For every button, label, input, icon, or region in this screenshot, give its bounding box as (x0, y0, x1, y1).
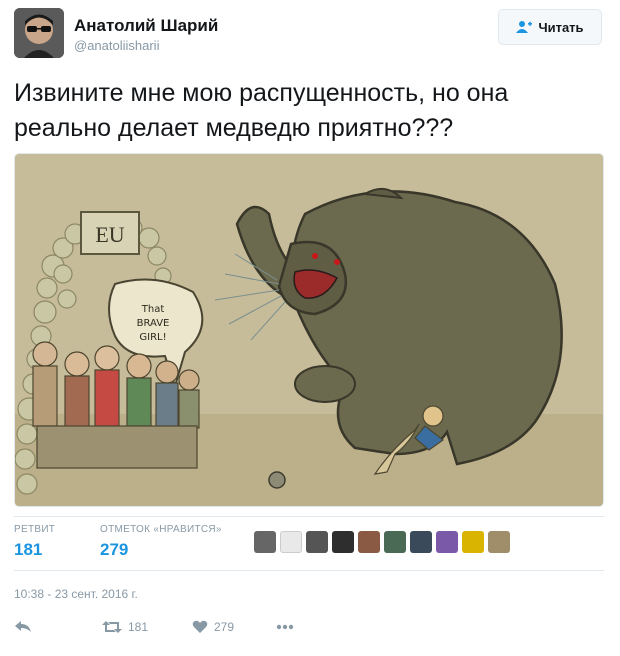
avatar[interactable] (14, 8, 64, 58)
eu-sign-text: EU (95, 222, 124, 247)
retweet-icon (102, 621, 122, 633)
divider (14, 570, 604, 571)
tweet-timestamp[interactable]: 10:38 - 23 сент. 2016 г. (14, 587, 138, 601)
retweet-count: 181 (128, 620, 149, 634)
more-button[interactable] (276, 624, 294, 630)
retweet-stat-value: 181 (14, 540, 43, 559)
likes-stat-value: 279 (100, 540, 129, 559)
liker-avatar[interactable] (358, 531, 380, 553)
tweet-line-2: реально делает медведю приятно??? (14, 114, 454, 142)
liker-avatar[interactable] (488, 531, 510, 553)
ball (268, 471, 286, 489)
tweet-image[interactable]: EU That BRAVE GIRL! (14, 153, 604, 507)
follow-label: Читать (538, 19, 584, 35)
liker-avatar[interactable] (306, 531, 328, 553)
liker-avatar[interactable] (280, 531, 302, 553)
more-icon (276, 624, 294, 630)
liker-avatars (254, 531, 510, 553)
heart-icon (192, 620, 208, 633)
reply-icon (15, 621, 31, 632)
bubble-text-3: GIRL! (139, 332, 166, 343)
author-name[interactable]: Анатолий Шарий (74, 16, 218, 36)
tweet-line-1: Извините мне мою распущенность, но она (14, 79, 509, 107)
divider (14, 516, 604, 517)
liker-avatar[interactable] (332, 531, 354, 553)
retweet-stat[interactable]: РЕТВИТ 181 (14, 524, 55, 560)
liker-avatar[interactable] (384, 531, 406, 553)
retweet-stat-label: РЕТВИТ (14, 524, 56, 535)
follow-button[interactable]: Читать (498, 9, 602, 45)
liker-avatar[interactable] (462, 531, 484, 553)
likes-stat[interactable]: ОТМЕТОК «НРАВИТСЯ» 279 (100, 524, 222, 560)
like-button[interactable]: 279 (192, 620, 276, 634)
retweet-button[interactable]: 181 (102, 620, 192, 634)
liker-avatar[interactable] (436, 531, 458, 553)
bubble-text-1: That (141, 304, 165, 315)
liker-avatar[interactable] (410, 531, 432, 553)
bubble-text-2: BRAVE (137, 318, 170, 329)
avatar-photo (14, 8, 64, 58)
likes-stat-label: ОТМЕТОК «НРАВИТСЯ» (100, 524, 222, 535)
tweet-actions: 181 279 (14, 614, 294, 640)
reply-button[interactable] (14, 620, 102, 634)
author-handle[interactable]: @anatoliisharii (74, 38, 159, 53)
tweet-text: Извините мне мою распущенность, но она р… (14, 76, 604, 146)
cartoon-illustration: EU That BRAVE GIRL! (15, 154, 603, 506)
like-count: 279 (214, 620, 235, 634)
add-user-icon (516, 21, 533, 33)
liker-avatar[interactable] (254, 531, 276, 553)
